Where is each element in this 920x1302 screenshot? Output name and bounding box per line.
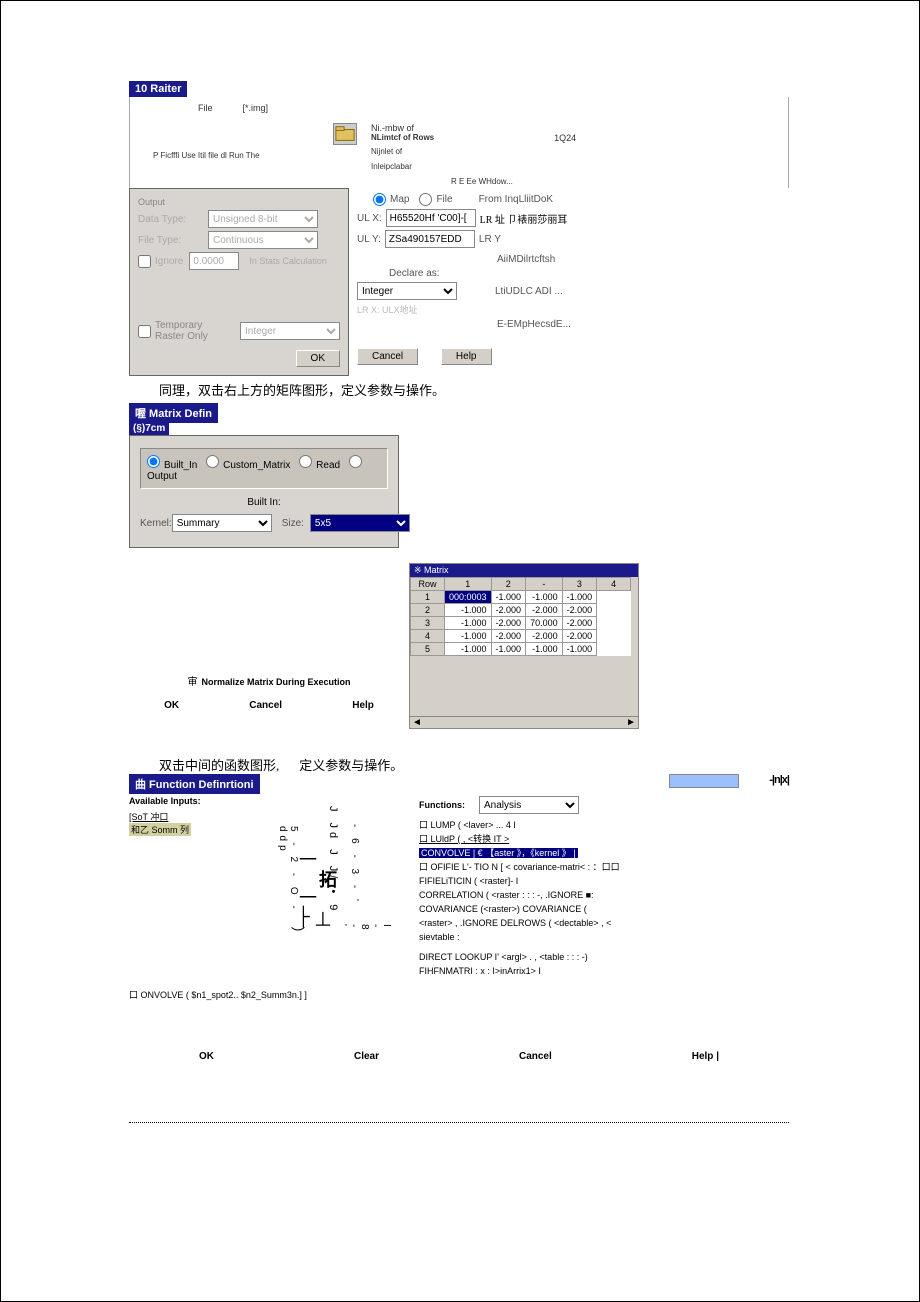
cancel-button-2[interactable]: Cancel bbox=[249, 700, 282, 711]
declare-as-label: Declare as: bbox=[389, 268, 440, 279]
diagram-center: 拓 bbox=[319, 866, 337, 892]
function-list[interactable]: 口 LUMP ( <laver> ... 4 I 口 LUldP ( , <转换… bbox=[419, 818, 789, 978]
clear-button[interactable]: Clear bbox=[354, 1051, 379, 1062]
help-button[interactable]: Help bbox=[441, 348, 492, 365]
uly-extra: LR Y bbox=[479, 234, 501, 245]
row-header: Row bbox=[411, 578, 445, 591]
nlimtcf-label: NLimtcf of Rows bbox=[371, 133, 434, 143]
read-radio-label[interactable]: Read bbox=[299, 460, 340, 471]
ok-button[interactable]: OK bbox=[296, 350, 340, 367]
built-in-header: Built In: bbox=[140, 497, 388, 508]
file-radio[interactable] bbox=[419, 193, 432, 206]
from-inquire: From InqLliitDoK bbox=[479, 194, 553, 205]
input-item[interactable]: 和乙 Somm 列 bbox=[129, 823, 191, 836]
raster-dlg-title: 10 Raiter bbox=[129, 81, 187, 97]
ulx-field[interactable] bbox=[386, 209, 476, 227]
uly-label: UL Y: bbox=[357, 234, 381, 245]
custom-matrix-radio[interactable] bbox=[206, 455, 219, 468]
folder-icon[interactable] bbox=[333, 123, 357, 145]
size-select[interactable]: 5x5 bbox=[310, 514, 410, 532]
nlimtcf-value: 1Q24 bbox=[554, 133, 576, 143]
matrix-table: Row 1 2 - 3 4 1000:0003-1.000-1.000-1.00… bbox=[410, 577, 631, 656]
nijnlet: Nijnlet of bbox=[371, 147, 576, 156]
ok-button-2[interactable]: OK bbox=[164, 700, 179, 711]
temp-raster-checkbox[interactable] bbox=[138, 325, 151, 338]
matrix-preview-title: ※ Matrix bbox=[410, 564, 638, 577]
declare-select[interactable]: Integer bbox=[357, 282, 457, 300]
interp: Inleipclabar bbox=[371, 162, 576, 171]
func-dlg-caption bbox=[669, 774, 739, 788]
convolve-function: CONVOLVE | € 【aster 》，《kernel 》 | bbox=[419, 848, 578, 858]
cn-text-1: 同理，双击右上方的矩阵图形，定义参数与操作。 bbox=[159, 380, 789, 399]
ignore-value[interactable] bbox=[189, 252, 239, 270]
matrix-dlg-subtitle: (§)7cm bbox=[129, 422, 169, 435]
close-icon[interactable]: -|n|x| bbox=[769, 774, 789, 794]
img-label: [*.img] bbox=[243, 103, 269, 113]
prompt-text: P Ficfffi Use Itil file dl Run The bbox=[153, 151, 333, 160]
kernel-label: Kernel: bbox=[140, 518, 172, 529]
ignore-checkbox[interactable] bbox=[138, 255, 151, 268]
func-dlg-title: 曲 Function Definrtioni bbox=[129, 774, 260, 794]
temp-raster-label: Temporary Raster Only bbox=[155, 320, 226, 342]
ok-button-3[interactable]: OK bbox=[199, 1051, 214, 1062]
cancel-button-3[interactable]: Cancel bbox=[519, 1051, 552, 1062]
built-in-radio-label[interactable]: Built_In bbox=[147, 460, 197, 471]
diagram-text: I - 8 - ' bbox=[337, 924, 392, 936]
gear-icon: 审 bbox=[187, 677, 197, 688]
temp-select[interactable]: Integer bbox=[240, 322, 340, 340]
cancel-button[interactable]: Cancel bbox=[357, 348, 418, 365]
output-radio[interactable] bbox=[349, 455, 362, 468]
avail-inputs-label: Available Inputs: bbox=[129, 796, 419, 806]
diagram-text: J Jd J J/ • 9 bbox=[327, 806, 339, 914]
file-label: File bbox=[198, 103, 213, 113]
lrx-extra: LR X: ULX地址 bbox=[357, 303, 781, 316]
ree-window: R E Ee WHdow... bbox=[451, 177, 576, 186]
eemp-label: E-EMpHecsdE... bbox=[497, 319, 571, 330]
ni-label: Ni.-mbw of bbox=[371, 123, 576, 133]
expression-field[interactable]: 口 ONVOLVE ( $n1_spot2.. $n2_Summ3n.] ] bbox=[129, 988, 789, 1001]
kernel-select[interactable]: Summary bbox=[172, 514, 272, 532]
functions-select[interactable]: Analysis bbox=[479, 796, 579, 814]
functions-label: Functions: bbox=[419, 800, 465, 810]
custom-matrix-radio-label[interactable]: Custom_Matrix bbox=[206, 460, 290, 471]
built-in-radio[interactable] bbox=[147, 455, 160, 468]
read-radio[interactable] bbox=[299, 455, 312, 468]
scroll-left-icon[interactable]: ◄ bbox=[412, 717, 422, 728]
help-button-2[interactable]: Help bbox=[352, 700, 374, 711]
help-button-3[interactable]: Help | bbox=[692, 1051, 719, 1062]
ulx-extra: LR 址 卩裱丽莎丽耳 bbox=[480, 211, 568, 226]
matrix-dlg-title: 喔 Matrix Defin bbox=[129, 403, 218, 423]
data-type-select[interactable]: Unsigned 8-bit bbox=[208, 210, 318, 228]
cn-text-2b: 定义参数与操作。 bbox=[299, 755, 403, 774]
map-label: Map bbox=[390, 194, 409, 205]
scroll-right-icon[interactable]: ► bbox=[626, 717, 636, 728]
map-radio[interactable] bbox=[373, 193, 386, 206]
diagram-text: 5 - 2 - O - ddp bbox=[277, 826, 299, 936]
data-type-label: Data Type: bbox=[138, 214, 208, 225]
uly-field[interactable] bbox=[385, 230, 475, 248]
file-type-label: File Type: bbox=[138, 235, 208, 246]
cn-text-2a: 双击中间的函数图形, bbox=[159, 755, 279, 774]
file-type-select[interactable]: Continuous bbox=[208, 231, 318, 249]
output-hdr: Output bbox=[138, 197, 340, 207]
in-stats-calc: In Stats Calculation bbox=[249, 256, 327, 266]
liiudlc-label: LtiUDLC ADI ... bbox=[495, 286, 563, 297]
ulx-label: UL X: bbox=[357, 213, 382, 224]
ignore-label: Ignore bbox=[155, 256, 183, 267]
normalize-label: Normalize Matrix During Execution bbox=[201, 677, 350, 687]
file-radio-label: File bbox=[436, 194, 452, 205]
size-label: Size: bbox=[282, 518, 304, 529]
diagram-text: - 6 - 3 - ' bbox=[349, 824, 360, 905]
aii-label: AiiMDilrtcftsh bbox=[497, 254, 555, 265]
